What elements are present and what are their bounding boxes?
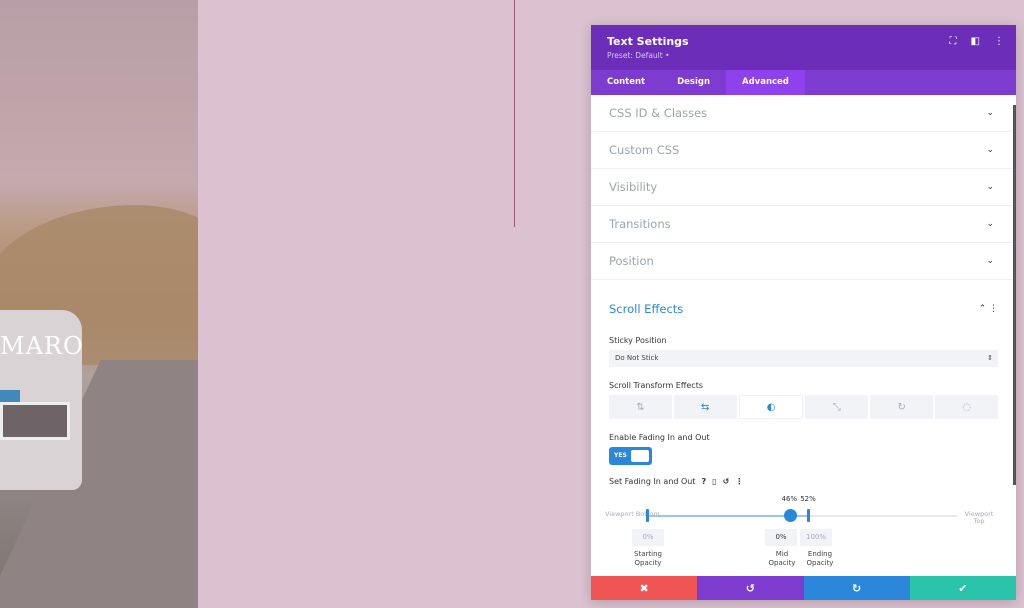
panel-header[interactable]: Text Settings Preset: Default • ⛶ ◧ ⋮ — [591, 25, 1016, 70]
mid-percent: 46% — [781, 495, 798, 503]
tab-content[interactable]: Content — [591, 70, 661, 95]
section-visibility[interactable]: Visibility ⌄ — [591, 169, 1016, 206]
help-icon[interactable]: ? — [702, 477, 707, 486]
undo-button[interactable]: ↺ — [697, 576, 804, 600]
fading-toggle[interactable]: YES — [609, 447, 652, 465]
mid-opacity-label: Mid Opacity — [768, 550, 796, 567]
chevron-up-icon: ⌃ ⋮ — [978, 304, 998, 314]
undo-icon: ↺ — [745, 581, 755, 595]
check-icon: ✔ — [958, 581, 968, 595]
sticky-position-select[interactable]: Do Not Stick ⇕ — [609, 350, 998, 367]
tab-design[interactable]: Design — [661, 70, 726, 95]
blur-icon[interactable]: ◌ — [935, 395, 998, 419]
responsive-icon[interactable]: ▯ — [712, 477, 716, 486]
scroll-transform-label: Scroll Transform Effects — [609, 381, 703, 390]
scale-icon[interactable]: ⤡ — [805, 395, 869, 419]
section-label: Transitions — [609, 217, 671, 231]
toggle-label: YES — [614, 452, 627, 459]
start-handle[interactable] — [646, 509, 649, 522]
tab-bar: Content Design Advanced — [591, 70, 1016, 95]
fullscreen-icon[interactable]: ⛶ — [950, 36, 957, 47]
slider-track[interactable] — [647, 515, 957, 517]
tab-advanced[interactable]: Advanced — [726, 70, 805, 95]
more-options-icon[interactable]: ⋮ — [994, 36, 1004, 47]
section-transitions[interactable]: Transitions ⌄ — [591, 206, 1016, 243]
starting-opacity-input[interactable]: 0% — [632, 529, 664, 546]
section-custom-css[interactable]: Custom CSS ⌄ — [591, 132, 1016, 169]
chevron-down-icon: ⌄ — [986, 256, 994, 266]
chevron-down-icon: ⌄ — [986, 219, 994, 229]
mid-opacity-input[interactable]: 0% — [765, 529, 797, 546]
reset-icon[interactable]: ↺ — [723, 477, 730, 486]
section-label: Position — [609, 254, 654, 268]
end-percent: 52% — [800, 495, 816, 503]
section-label: Scroll Effects — [609, 302, 684, 316]
fade-icon[interactable]: ◐ — [738, 395, 804, 419]
hero-image: MARO — [0, 0, 198, 608]
hero-title: MARO — [0, 332, 84, 360]
save-button[interactable]: ✔ — [909, 576, 1016, 600]
preset-selector[interactable]: Preset: Default • — [607, 51, 1000, 60]
section-label: CSS ID & Classes — [609, 106, 708, 120]
settings-panel: Text Settings Preset: Default • ⛶ ◧ ⋮ Co… — [591, 25, 1016, 600]
close-icon: ✖ — [639, 581, 649, 595]
rotate-icon[interactable]: ↻ — [870, 395, 934, 419]
chevron-down-icon: ⌄ — [986, 145, 994, 155]
cancel-button[interactable]: ✖ — [591, 576, 698, 600]
sticky-position-label: Sticky Position — [609, 336, 667, 345]
horizontal-motion-icon[interactable]: ⇆ — [673, 395, 737, 419]
chevron-down-icon: ⌄ — [986, 182, 994, 192]
ending-opacity-label: Ending Opacity — [806, 550, 834, 567]
divider-line — [514, 0, 515, 227]
redo-button[interactable]: ↻ — [803, 576, 910, 600]
select-arrows-icon: ⇕ — [987, 354, 993, 362]
section-position[interactable]: Position ⌄ — [591, 243, 1016, 280]
section-label: Custom CSS — [609, 143, 680, 157]
vertical-motion-icon[interactable]: ⇅ — [609, 395, 672, 419]
viewport-top-label: Viewport Top — [964, 510, 994, 525]
ending-opacity-input[interactable]: 100% — [800, 529, 832, 546]
more-options-icon[interactable]: ⋮ — [735, 477, 743, 486]
panel-title: Text Settings — [607, 35, 689, 48]
select-value: Do Not Stick — [615, 354, 659, 362]
split-view-icon[interactable]: ◧ — [971, 36, 980, 47]
enable-fading-label: Enable Fading In and Out — [609, 433, 710, 442]
section-css-id-classes[interactable]: CSS ID & Classes ⌄ — [591, 95, 1016, 132]
starting-opacity-label: Starting Opacity — [634, 550, 662, 567]
chevron-down-icon: ⌄ — [986, 108, 994, 118]
end-handle[interactable] — [807, 509, 811, 522]
mid-handle[interactable] — [783, 509, 797, 522]
redo-icon: ↻ — [852, 581, 862, 595]
set-fading-label: Set Fading In and Out — [609, 477, 696, 486]
scrollbar[interactable] — [1013, 105, 1016, 485]
section-scroll-effects[interactable]: Scroll Effects ⌃ ⋮ — [609, 280, 998, 330]
section-label: Visibility — [609, 180, 658, 194]
